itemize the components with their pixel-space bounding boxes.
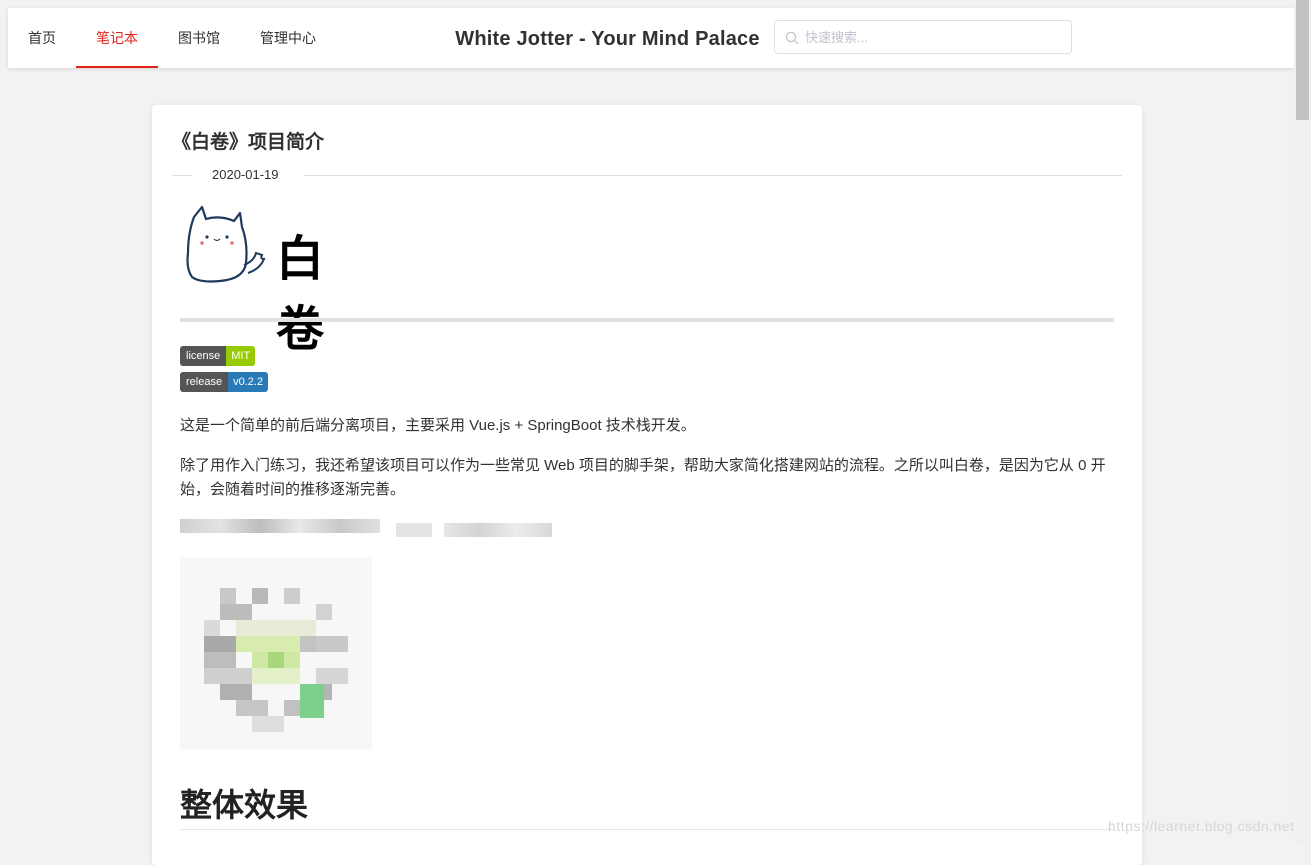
page-scrollbar-track[interactable] <box>1294 0 1311 844</box>
purpose-paragraph: 除了用作入门练习，我还希望该项目可以作为一些常见 Web 项目的脚手架，帮助大家… <box>180 457 1106 498</box>
search-box[interactable] <box>774 20 1072 54</box>
release-badge-value: v0.2.2 <box>228 372 269 392</box>
nav-item-home[interactable]: 首页 <box>8 8 76 68</box>
site-brand-title: White Jotter - Your Mind Palace <box>455 28 760 50</box>
release-badge-label: release <box>180 372 229 392</box>
article-title: 《白卷》项目简介 <box>172 132 325 153</box>
project-logo: 白卷 <box>180 203 324 357</box>
intro-paragraph: 这是一个简单的前后端分离项目，主要采用 Vue.js + SpringBoot … <box>180 417 696 434</box>
csdn-watermark: https://learner.blog.csdn.net <box>1108 818 1295 834</box>
date-divider-left <box>172 175 192 176</box>
article-card: 《白卷》项目简介 2020-01-19 白卷 license MIT relea… <box>152 105 1142 865</box>
nav-item-notebook[interactable]: 笔记本 <box>76 8 158 68</box>
section-heading-underline <box>180 829 1114 830</box>
article-date: 2020-01-19 <box>212 167 279 182</box>
logo-text: 白卷 <box>276 231 331 357</box>
license-badge[interactable]: license MIT <box>180 346 256 366</box>
nav-item-admin-center[interactable]: 管理中心 <box>240 8 336 68</box>
section-heading-overall-effect: 整体效果 <box>180 787 309 823</box>
date-divider-right <box>304 175 1122 176</box>
search-input[interactable] <box>805 21 1060 53</box>
license-badge-value: MIT <box>226 346 256 366</box>
cat-mascot-icon <box>180 205 270 289</box>
nav-item-library[interactable]: 图书馆 <box>158 8 240 68</box>
page-scrollbar-thumb[interactable] <box>1296 0 1309 120</box>
qr-code-image <box>180 558 372 750</box>
license-badge-label: license <box>180 346 227 366</box>
top-navbar: 首页 笔记本 图书馆 管理中心 White Jotter - Your Mind… <box>8 8 1294 68</box>
release-badge[interactable]: release v0.2.2 <box>180 372 269 392</box>
logo-divider <box>180 318 1114 322</box>
